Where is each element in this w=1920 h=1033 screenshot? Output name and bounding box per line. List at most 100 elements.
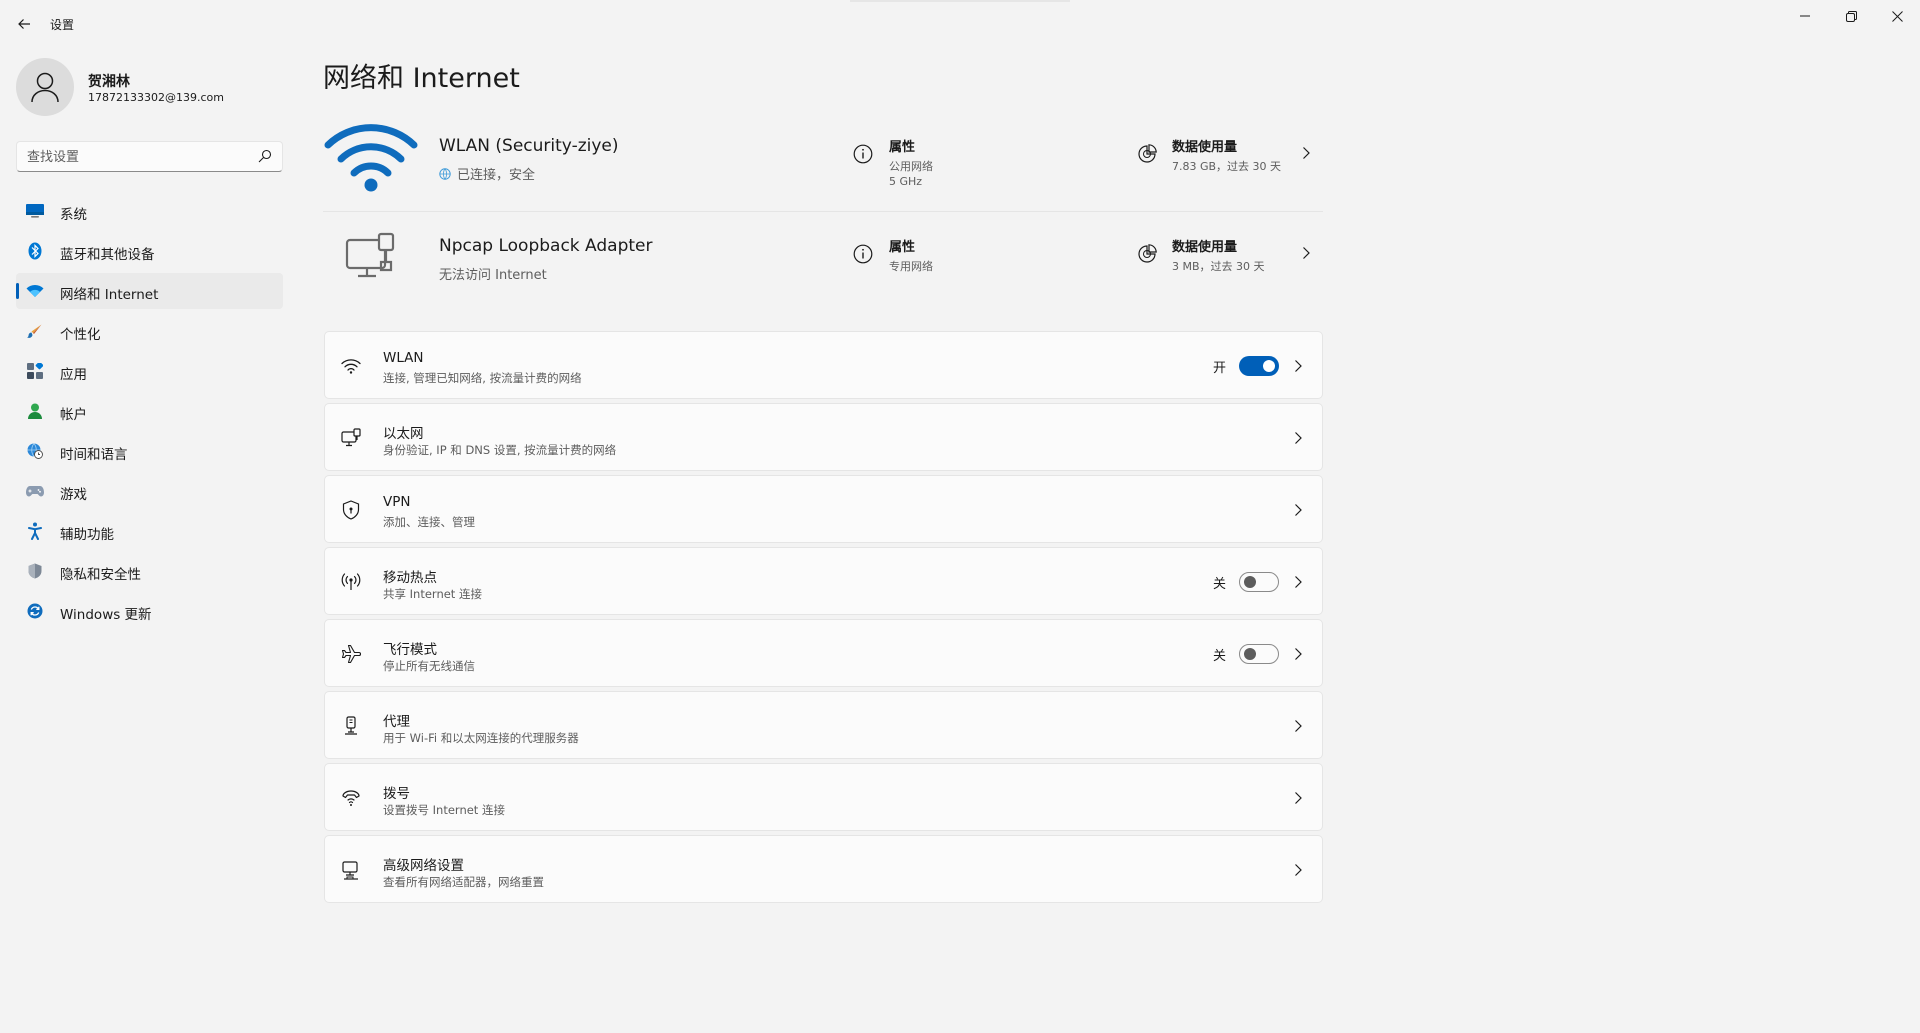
- card-airplane-mode[interactable]: 飞行模式 停止所有无线通信 关: [324, 619, 1323, 687]
- connection-npcap: Npcap Loopback Adapter 无法访问 Internet 属性 …: [323, 212, 1323, 312]
- wlan-toggle[interactable]: [1239, 356, 1279, 376]
- ethernet-icon: [341, 428, 361, 448]
- card-proxy[interactable]: 代理 用于 Wi-Fi 和以太网连接的代理服务器: [324, 691, 1323, 759]
- sidebar-item-label: 应用: [60, 367, 87, 383]
- avatar: [16, 58, 74, 116]
- connection-status-text: 无法访问 Internet: [439, 268, 547, 283]
- network-band: 5 GHz: [889, 175, 923, 188]
- pie-chart-icon: [1138, 244, 1157, 263]
- pie-chart-icon: [1138, 144, 1157, 163]
- sidebar-item-personalization[interactable]: 个性化: [16, 313, 283, 349]
- airplane-icon: [341, 644, 361, 664]
- back-button[interactable]: [12, 12, 36, 36]
- sidebar-item-label: 游戏: [60, 487, 87, 503]
- toggle-knob: [1244, 648, 1256, 660]
- search-input[interactable]: [27, 147, 247, 167]
- hotspot-icon: [341, 572, 361, 592]
- bluetooth-icon: [26, 242, 44, 260]
- connection-wlan: WLAN (Security-ziye) 已连接，安全 属性 公用网络 5 GH…: [323, 112, 1323, 212]
- user-profile[interactable]: 贺湘林 17872133302@139.com: [16, 58, 286, 118]
- toggle-knob: [1244, 576, 1256, 588]
- proxy-icon: [341, 716, 361, 736]
- wifi-icon: [341, 356, 361, 376]
- sidebar-item-bluetooth[interactable]: 蓝牙和其他设备: [16, 233, 283, 269]
- sidebar-item-gaming[interactable]: 游戏: [16, 473, 283, 509]
- app-title: 设置: [50, 18, 75, 32]
- card-title: 高级网络设置: [383, 858, 464, 874]
- sidebar-item-accessibility[interactable]: 辅助功能: [16, 513, 283, 549]
- selection-indicator: [16, 283, 19, 299]
- account-icon: [26, 402, 44, 420]
- card-mobile-hotspot[interactable]: 移动热点 共享 Internet 连接 关: [324, 547, 1323, 615]
- brush-icon: [26, 322, 44, 340]
- sidebar-item-network[interactable]: 网络和 Internet: [16, 273, 283, 309]
- sidebar-item-time-language[interactable]: 时间和语言: [16, 433, 283, 469]
- connection-name: Npcap Loopback Adapter: [439, 236, 653, 256]
- minimize-button[interactable]: [1782, 0, 1828, 32]
- card-subtitle: 身份验证, IP 和 DNS 设置, 按流量计费的网络: [383, 443, 617, 457]
- restore-icon: [1845, 10, 1857, 22]
- card-vpn[interactable]: VPN 添加、连接、管理: [324, 475, 1323, 543]
- system-icon: [26, 202, 44, 220]
- wifi-icon: [323, 120, 419, 196]
- settings-cards: WLAN 连接, 管理已知网络, 按流量计费的网络 开 以太网 身份验证, IP…: [324, 331, 1323, 907]
- chevron-right-icon: [1295, 504, 1302, 516]
- card-title: 飞行模式: [383, 642, 437, 658]
- chevron-right-icon[interactable]: [1301, 146, 1311, 160]
- sidebar-item-label: 时间和语言: [60, 447, 128, 463]
- sidebar-item-privacy[interactable]: 隐私和安全性: [16, 553, 283, 589]
- connection-status: 无法访问 Internet: [439, 264, 547, 283]
- card-ethernet[interactable]: 以太网 身份验证, IP 和 DNS 设置, 按流量计费的网络: [324, 403, 1323, 471]
- sidebar-item-accounts[interactable]: 帐户: [16, 393, 283, 429]
- network-icon: [26, 282, 44, 300]
- apps-icon: [26, 362, 44, 380]
- sidebar-item-label: 个性化: [60, 327, 101, 343]
- user-email: 17872133302@139.com: [88, 91, 224, 104]
- chevron-right-icon: [1295, 576, 1302, 588]
- globe-icon: [439, 167, 451, 180]
- page-title: 网络和 Internet: [323, 63, 520, 94]
- back-arrow-icon: [18, 19, 30, 29]
- update-icon: [26, 602, 44, 620]
- toggle-state-label: 关: [1213, 577, 1227, 592]
- data-usage-label: 数据使用量: [1172, 240, 1238, 255]
- card-wlan[interactable]: WLAN 连接, 管理已知网络, 按流量计费的网络 开: [324, 331, 1323, 399]
- chevron-right-icon: [1295, 648, 1302, 660]
- user-name: 贺湘林: [88, 74, 130, 90]
- globe-clock-icon: [26, 442, 44, 460]
- info-icon: [853, 244, 873, 264]
- card-title: WLAN: [383, 350, 424, 366]
- chevron-right-icon[interactable]: [1301, 246, 1311, 260]
- ethernet-adapter-icon: [323, 220, 419, 296]
- card-dial-up[interactable]: 拨号 设置拨号 Internet 连接: [324, 763, 1323, 831]
- sidebar-item-windows-update[interactable]: Windows 更新: [16, 593, 283, 629]
- toggle-state-label: 开: [1213, 361, 1227, 376]
- card-advanced-network[interactable]: 高级网络设置 查看所有网络适配器，网络重置: [324, 835, 1323, 903]
- network-type: 公用网络: [889, 160, 933, 173]
- sidebar-item-label: Windows 更新: [60, 607, 152, 623]
- close-icon: [1891, 10, 1903, 22]
- sidebar-item-label: 辅助功能: [60, 527, 114, 543]
- search-icon[interactable]: [258, 149, 272, 163]
- chevron-right-icon: [1295, 864, 1302, 876]
- chevron-right-icon: [1295, 720, 1302, 732]
- properties-label: 属性: [889, 240, 916, 255]
- close-button[interactable]: [1874, 0, 1920, 32]
- card-subtitle: 设置拨号 Internet 连接: [383, 803, 505, 817]
- person-icon: [31, 72, 59, 103]
- hotspot-toggle[interactable]: [1239, 572, 1279, 592]
- sidebar-item-label: 网络和 Internet: [60, 287, 159, 303]
- sidebar-item-system[interactable]: 系统: [16, 193, 283, 229]
- connection-name: WLAN (Security-ziye): [439, 136, 619, 156]
- minimize-icon: [1800, 15, 1810, 17]
- connection-status-text: 已连接，安全: [457, 168, 536, 183]
- card-title: 拨号: [383, 786, 410, 802]
- sidebar-item-apps[interactable]: 应用: [16, 353, 283, 389]
- toggle-state-label: 关: [1213, 649, 1227, 664]
- sidebar-item-label: 隐私和安全性: [60, 567, 141, 583]
- network-type: 专用网络: [889, 260, 933, 273]
- network-adapter-icon: [341, 860, 361, 880]
- airplane-mode-toggle[interactable]: [1239, 644, 1279, 664]
- restore-button[interactable]: [1828, 0, 1874, 32]
- card-subtitle: 添加、连接、管理: [383, 515, 475, 529]
